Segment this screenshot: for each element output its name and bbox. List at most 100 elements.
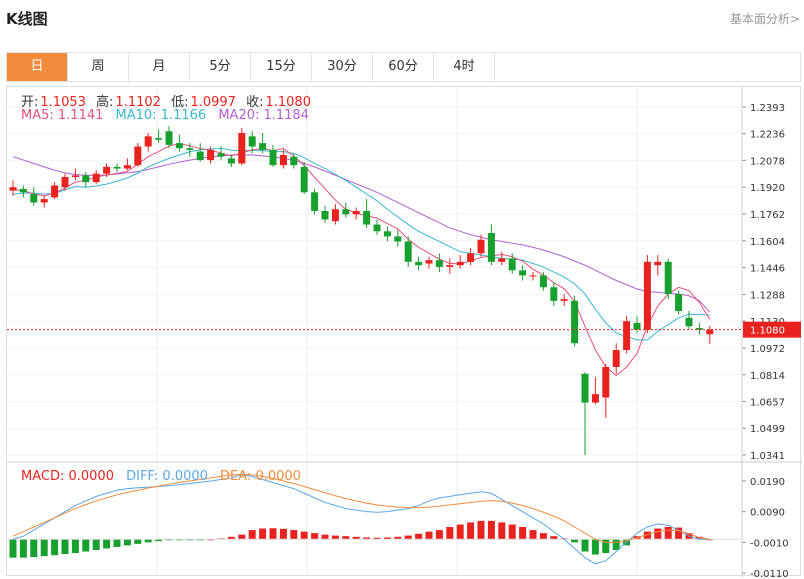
macd-bar [519, 527, 527, 540]
macd-bar [279, 528, 287, 540]
price-tick-label: 1.1446 [750, 264, 785, 275]
macd-bar [113, 539, 121, 547]
macd-bar [9, 539, 17, 558]
candle [290, 156, 298, 166]
candle [311, 192, 319, 211]
candle [706, 329, 714, 335]
tab-day[interactable]: 日 [7, 53, 68, 81]
dea-value: DEA: 0.0000 [220, 469, 301, 484]
price-tick-label: 1.2078 [750, 156, 785, 167]
candle [30, 194, 38, 203]
candle [300, 166, 308, 193]
candle [373, 224, 381, 232]
tab-30min[interactable]: 30分 [312, 53, 373, 81]
tab-15min[interactable]: 15分 [251, 53, 312, 81]
dea-line [12, 473, 710, 543]
macd-bar [477, 520, 485, 540]
price-tick-label: 1.0499 [750, 424, 785, 435]
macd-bar [404, 535, 412, 540]
ma5-line [12, 142, 711, 377]
macd-bar [331, 535, 339, 540]
candle [363, 210, 371, 225]
chart-canvas: 1.2393 1.2236 1.2078 1.1920 1.1762 1.1604 1.14… [7, 87, 802, 577]
price-tick-label: 1.1920 [750, 183, 785, 194]
candle [19, 188, 27, 193]
macd-bar [508, 524, 516, 540]
candle [487, 233, 495, 262]
candle [612, 350, 620, 367]
candle [456, 261, 464, 266]
macd-tick-label: -0.0110 [750, 569, 789, 577]
candle [186, 148, 194, 150]
candle [404, 241, 412, 262]
tab-week[interactable]: 周 [68, 53, 129, 81]
tab-month[interactable]: 月 [129, 53, 190, 81]
candle [51, 185, 59, 198]
candle [602, 366, 610, 398]
macd-bar [51, 539, 59, 556]
macd-bar [311, 533, 319, 540]
macd-bar [456, 524, 464, 540]
macd-bar [581, 539, 589, 552]
candle [685, 317, 693, 327]
macd-bar [92, 539, 100, 550]
ma20-value: MA20: 1.1184 [218, 108, 309, 123]
macd-bar [248, 530, 256, 540]
ma20-line [12, 154, 711, 313]
macd-bar [259, 528, 267, 540]
price-tick-label: 1.2393 [750, 103, 785, 114]
price-tick-label: 1.1762 [750, 210, 785, 221]
macd-bar [487, 520, 495, 540]
candle [498, 258, 506, 262]
candle [248, 136, 256, 147]
tab-60min[interactable]: 60分 [373, 53, 434, 81]
macd-bar [498, 522, 506, 540]
candle [435, 260, 443, 267]
macd-bar [415, 533, 423, 540]
candle [175, 143, 183, 149]
macd-bar [19, 539, 27, 558]
candle [529, 275, 537, 277]
candle [155, 138, 163, 140]
kline-chart[interactable]: 1.2393 1.2236 1.2078 1.1920 1.1762 1.1604 1.14… [6, 86, 802, 577]
candle [643, 261, 651, 330]
fundamental-analysis-link[interactable]: 基本面分析> [730, 10, 800, 27]
price-tick-label: 1.2236 [750, 130, 785, 141]
price-tick-label: 1.1288 [750, 290, 785, 301]
macd-bar [446, 527, 454, 540]
macd-bar [134, 539, 142, 544]
candle [217, 153, 225, 157]
macd-bar [539, 533, 547, 540]
candle [477, 239, 485, 254]
ma5-value: MA5: 1.1141 [21, 108, 104, 123]
macd-bar [529, 530, 537, 540]
macd-bar [435, 530, 443, 540]
page-title: K线图 [6, 10, 48, 28]
macd-bar [40, 539, 48, 557]
tab-5min[interactable]: 5分 [190, 53, 251, 81]
candle [539, 275, 547, 288]
macd-bar [591, 539, 599, 555]
candle [227, 158, 235, 164]
candle [415, 261, 423, 266]
candle [623, 321, 631, 351]
macd-tick-label: 0.0190 [750, 477, 785, 488]
ma10-line [12, 147, 710, 341]
candle [279, 154, 287, 166]
price-tick-label: 1.1604 [750, 237, 785, 248]
tab-4hour[interactable]: 4时 [434, 53, 495, 81]
macd-bar [321, 534, 329, 540]
candle [40, 199, 48, 203]
last-price-label: 1.1080 [750, 326, 785, 337]
price-tick-label: 1.0657 [750, 397, 785, 408]
macd-bar [664, 527, 672, 540]
period-tabs: 日 周 月 5分 15分 30分 60分 4时 [6, 52, 801, 82]
candle [9, 187, 17, 191]
candle [571, 300, 579, 344]
candle [103, 166, 111, 174]
macd-bar [300, 531, 308, 540]
candle [383, 231, 391, 237]
diff-value: DIFF: 0.0000 [126, 469, 208, 484]
candle [144, 136, 152, 147]
macd-bar [61, 539, 69, 554]
